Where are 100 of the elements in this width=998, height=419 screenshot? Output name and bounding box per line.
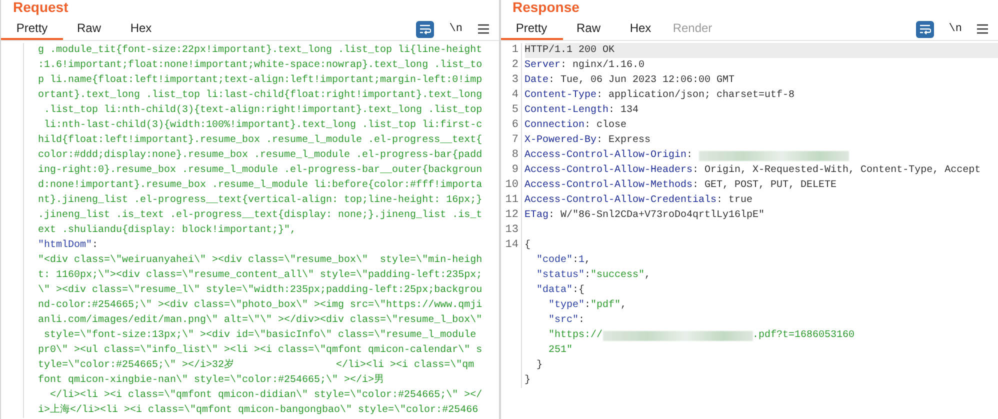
json-key: "status" [524, 268, 585, 283]
code-text: : nginx/1.16.0 [560, 58, 645, 73]
string-value: li:nth-last-child(3){width:100%!important}.text_long .list_top li:first-c [43, 118, 482, 133]
code-text: , [620, 299, 627, 313]
line-number: 3 [512, 74, 518, 86]
line-number: 14 [505, 239, 518, 251]
word-wrap-button[interactable] [916, 20, 934, 38]
header-name: Server [524, 59, 561, 73]
string-value: "https:// [548, 328, 603, 343]
number-value: 1 [578, 254, 585, 268]
tab[interactable]: Hex [614, 18, 666, 40]
panel-title: Request [12, 0, 70, 16]
code-text: : [572, 254, 579, 268]
header-name: Date [524, 74, 549, 88]
tab[interactable]: Raw [63, 18, 115, 40]
header-name: X-Powered-By [524, 134, 597, 148]
string-value: "success" [590, 268, 645, 283]
json-key: "type" [524, 298, 585, 313]
string-value: pr0\" ><ul class=\"info_list\" ><li ><i class=\"qmfont qmicon-calendar\" s [38, 344, 482, 358]
string-value: .jineng_list .is_text .el-progress__text{display: none;}.jineng_list .is_t [38, 208, 482, 223]
tab[interactable]: Raw [562, 18, 614, 40]
string-value: \" ><div class=\"resume_l\" style=\"width:235px;padding-left:25px;backgrou [38, 284, 482, 298]
header-name: Connection [524, 118, 585, 133]
tab[interactable]: Pretty [1, 18, 63, 40]
code-text: : GET, POST, PUT, DELETE [692, 179, 837, 193]
json-key: "data" [524, 283, 573, 298]
code-text: : Express [596, 134, 651, 148]
header-name: Content-Length [524, 104, 609, 118]
code-text: : [578, 314, 585, 328]
string-value: nt}.jineng_list .el-progress__text{vertical-align: top;line-height: 16px;} [38, 194, 482, 208]
line-number: 6 [512, 119, 518, 131]
tab[interactable]: Hex [115, 18, 167, 40]
string-value: tyle=\"color:#254665;\" ></i>32岁 </li><li ><i class=\"qm [38, 358, 474, 373]
menu-icon[interactable] [478, 24, 488, 34]
line-number: 7 [512, 134, 518, 146]
string-value: d:none!important}.resume_box .resume_l_module li:before{color:#fff!importa [38, 178, 482, 193]
code-text: { [524, 238, 531, 253]
line-number: 11 [505, 194, 518, 206]
string-value: .pdf?t=1686053160 [752, 328, 855, 343]
code-text: : Tue, 06 Jun 2023 12:06:00 GMT [548, 74, 735, 88]
line-number: 13 [505, 224, 518, 236]
string-value: i>上海</li><li ><i class=\"qmfont qmicon-bangongbao\" style=\"color:#25466 [38, 403, 478, 418]
code-text: HTTP/1.1 200 OK [524, 44, 615, 58]
code-text: } [536, 358, 543, 373]
string-value: font qmicon-xingbie-nan\" style=\"color:#254665;\" ></i>男 [38, 373, 384, 388]
wrap-lines-icon [419, 24, 432, 34]
line-number: 8 [512, 149, 518, 161]
string-value: </li><li ><i class=\"qmfont qmicon-didian\" style=\"color:#254665;\" ></ [49, 388, 482, 403]
string-value: .list_top li:nth-child(3){text-align:right!important}.text_long .list_top [43, 104, 482, 118]
line-number: 9 [512, 164, 518, 176]
string-value: g .module_tit{font-size:22px!important}.text_long .list_top li{line-height [38, 44, 482, 58]
newline-toggle[interactable]: \n [446, 23, 466, 35]
line-number: 2 [512, 59, 518, 71]
code-text: : Origin, X-Requested-With, Content-Type, Accept [692, 164, 981, 178]
code-text: : close [584, 118, 627, 133]
string-value: 251" [548, 344, 573, 358]
line-number: 12 [505, 209, 518, 221]
code-text: :{ [572, 284, 585, 298]
json-key: "src" [524, 313, 579, 328]
line-number: 4 [512, 89, 518, 101]
header-name: Access-Control-Allow-Origin [524, 148, 687, 163]
line-number: 1 [512, 44, 518, 56]
string-value: ext .shuliandu{display: block!important;}", [38, 224, 296, 238]
string-value: "<div class=\"weiruanyahei\" ><div class=\"resume_box\" style=\"min-heigh [38, 254, 482, 268]
code-text: : [92, 239, 98, 253]
string-value: nd-color:#254665;\" ><div class=\"photo_box\" ><img src=\"https://www.qmji [38, 298, 482, 313]
json-key: "code" [524, 253, 573, 268]
header-name: Access-Control-Allow-Credentials [524, 194, 717, 208]
string-value: hild{float:left!important}.resume_box .resume_l_module .el-progress__text{ [38, 134, 482, 148]
wrap-lines-icon [918, 24, 931, 34]
code-text: : [686, 149, 694, 163]
string-value: ing-right:0}.resume_box .resume_l_module .el-progress-bar__outer{backgroun [38, 164, 482, 178]
header-name: Access-Control-Allow-Methods [524, 178, 693, 193]
code-text: : [584, 269, 591, 283]
code-text: , [644, 269, 651, 283]
string-value: t: 1160px;\"><div class=\"resume_content_all\" style=\"padding-left:235px; [38, 268, 482, 283]
string-value: anli.com/images/edit/man.png\" alt=\"\" ></div><div class=\"resume_l_box\" [38, 314, 482, 328]
header-name: Access-Control-Allow-Headers [524, 164, 693, 178]
word-wrap-button[interactable] [416, 20, 434, 38]
code-text: : 134 [608, 104, 639, 118]
code-text: } [524, 374, 531, 388]
menu-icon[interactable] [977, 24, 988, 34]
string-value: :1.6!important;float:none!important;white-space:nowrap}.text_long .list_to [38, 58, 482, 73]
line-number: 5 [512, 104, 518, 116]
json-key: "htmlDom" [38, 238, 92, 253]
string-value: p li.name{float:left!important;text-align:left!important;margin-left:0!imp [38, 74, 482, 88]
code-text: , [584, 254, 591, 268]
string-value: "pdf" [590, 298, 621, 313]
header-name: ETag [524, 209, 549, 223]
line-number: 10 [505, 179, 518, 191]
string-value: style=\"font-size:13px;\" ><div id=\"basicInfo\" class=\"resume_l_module [43, 328, 476, 343]
string-value: ortant}.text_long .list_top li:last-child{float:right!important}.text_long [38, 88, 482, 103]
string-value: color:#ddd;display:none}.resume_box .resume_l_module .el-progress-bar{padd [38, 148, 482, 163]
code-text: : application/json; charset=utf-8 [596, 88, 795, 103]
code-text: : W/"86-Snl2CDa+V73roDo4qrtlLy16lpE" [548, 208, 765, 223]
tab[interactable]: Pretty [500, 18, 562, 40]
code-text: : true [716, 194, 753, 208]
header-name: Content-Type [524, 89, 597, 103]
newline-toggle[interactable]: \n [946, 23, 965, 35]
panel-title: Response [512, 0, 580, 16]
